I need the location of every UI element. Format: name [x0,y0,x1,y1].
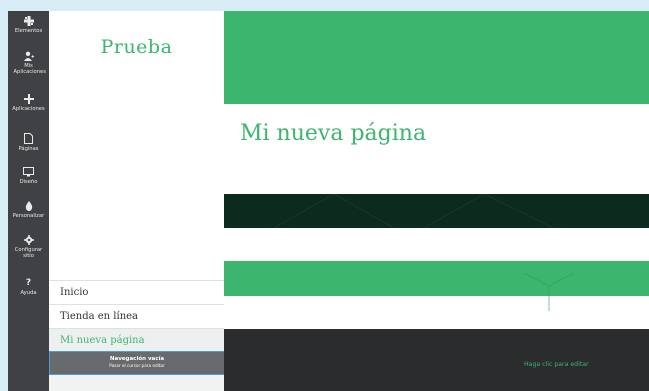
puzzle-icon [23,16,34,26]
rail-help[interactable]: ? Ayuda [8,278,49,297]
rail-label: Aplicaciones [12,106,45,112]
rail-elements[interactable]: Elementos [8,16,49,34]
question-icon: ? [25,278,32,288]
site-panel: Prueba Inicio Tienda en línea Mi nueva p… [49,11,225,391]
site-navigation: Inicio Tienda en línea Mi nueva página [49,280,224,352]
page-canvas: Mi nueva página Haga clic para editar [224,11,649,391]
header-band[interactable] [224,11,649,104]
rail-label: Páginas [18,146,39,152]
rail-pages[interactable]: Páginas [8,133,49,152]
rail-customize[interactable]: Personalizar [8,201,49,219]
rail-label: Ayuda [20,290,37,296]
rail-site-settings[interactable]: Configurar sitio [8,235,49,259]
rail-label: Configurar sitio [14,247,43,260]
decorative-lines [273,194,575,311]
nav-item-inicio[interactable]: Inicio [49,280,224,304]
rail-label: Diseño [19,179,38,185]
empty-nav-title: Navegación vacía [109,356,165,362]
rail-label: Elementos [14,28,43,34]
droplet-icon [25,201,32,211]
empty-nav-hint: Pasar el cursor para editar [109,363,165,368]
title-band [224,104,649,194]
footer-edit-hint[interactable]: Haga clic para editar [524,361,589,368]
rail-label: Mis Aplicaciones [13,63,46,76]
panel-footer-area [49,375,224,391]
site-title[interactable]: Prueba [49,36,224,58]
empty-navigation-placeholder[interactable]: Navegación vacía Pasar el cursor para ed… [49,351,225,375]
plus-icon [23,94,34,104]
rail-design[interactable]: Diseño [8,167,49,185]
tool-rail: Elementos Mis Aplicaciones Aplicaciones … [8,11,49,391]
footer-band[interactable] [224,329,649,391]
page-icon [24,133,33,144]
nav-item-mi-nueva-pagina[interactable]: Mi nueva página [49,328,224,352]
user-plus-icon [23,51,34,61]
page-heading[interactable]: Mi nueva página [240,121,426,146]
rail-apps[interactable]: Aplicaciones [8,94,49,112]
rail-my-apps[interactable]: Mis Aplicaciones [8,51,49,75]
nav-item-tienda[interactable]: Tienda en línea [49,304,224,328]
monitor-icon [23,167,34,177]
rail-label: Personalizar [12,213,45,219]
gear-icon [23,235,34,245]
